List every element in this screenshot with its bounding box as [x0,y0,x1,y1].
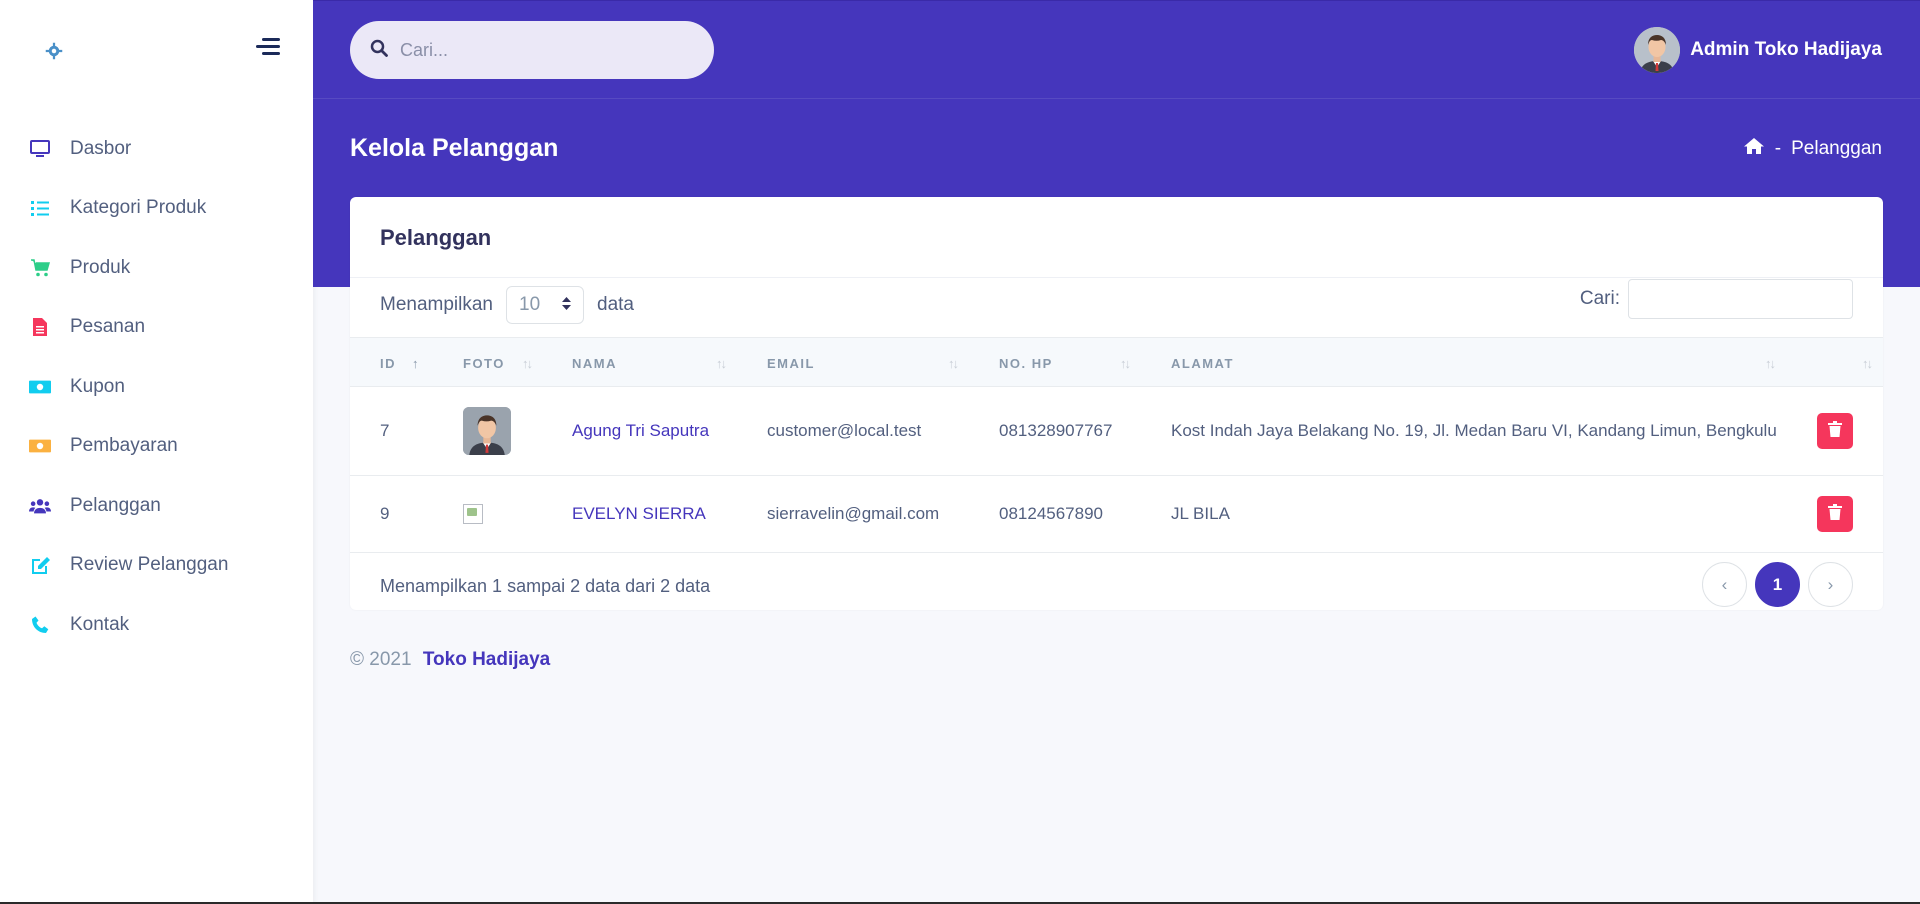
trash-icon [1828,503,1842,525]
table-info: Menampilkan 1 sampai 2 data dari 2 data [380,576,711,596]
cell-name[interactable]: EVELYN SIERRA [572,476,706,552]
table-header: ID ↑ FOTO ↑↓ NAMA ↑↓ EMAIL ↑↓ NO. HP ↑↓ … [350,337,1883,387]
page-length-select[interactable]: 10 [506,286,584,324]
table-row: 7 Agung Tri Saputra customer@local.test … [350,387,1883,476]
cell-photo [463,476,483,552]
phone-icon [29,614,51,636]
cell-email: customer@local.test [767,421,922,440]
user-menu[interactable]: Admin Toko Hadijaya [1634,27,1882,73]
document-icon [29,316,51,338]
sort-icon: ↑↓ [948,356,959,371]
sidebar-brand [0,0,313,100]
sidebar-item-label: Pesanan [70,316,146,338]
sidebar-item-review-pelanggan[interactable]: Review Pelanggan [0,536,313,596]
sidebar-item-pelanggan[interactable]: Pelanggan [0,476,313,536]
delete-button[interactable] [1817,413,1853,449]
sort-icon: ↑↓ [1862,356,1873,371]
cell-id: 7 [380,421,390,440]
header-divider [313,98,1920,99]
page-length-value: 10 [519,294,541,315]
sort-icon: ↑↓ [1765,356,1776,371]
table-search-input[interactable] [1628,279,1853,319]
column-header-email[interactable]: EMAIL [767,338,815,388]
trash-icon [1828,420,1842,442]
pagination: ‹ 1 › [1694,562,1853,607]
pagination-next[interactable]: › [1808,562,1853,607]
sidebar-item-label: Kontak [70,613,130,635]
sidebar-item-label: Kupon [70,375,125,397]
user-name: Admin Toko Hadijaya [1690,39,1882,60]
cell-id: 9 [380,504,390,523]
sidebar: Dasbor Kategori Produk Produk Pesanan Ku… [0,0,313,904]
cell-name[interactable]: Agung Tri Saputra [572,387,709,475]
column-header-alamat[interactable]: ALAMAT [1171,338,1234,388]
home-icon[interactable] [1743,137,1765,161]
broken-image-icon [463,504,483,524]
delete-button[interactable] [1817,496,1853,532]
pagination-prev[interactable]: ‹ [1702,562,1747,607]
search-bar[interactable] [350,21,714,79]
column-header-foto[interactable]: FOTO [463,338,505,388]
customer-photo [463,407,511,455]
sidebar-item-label: Kategori Produk [70,197,207,219]
length-prefix: Menampilkan [380,294,493,315]
sidebar-item-dasbor[interactable]: Dasbor [0,119,313,179]
select-arrows-icon [562,294,571,316]
footer-brand-link[interactable]: Toko Hadijaya [423,649,550,670]
cell-email: sierravelin@gmail.com [767,504,940,523]
search-input[interactable] [400,39,680,61]
column-header-no-hp[interactable]: NO. HP [999,338,1053,388]
cell-phone: 08124567890 [999,504,1104,523]
sidebar-item-label: Pembayaran [70,435,178,457]
monitor-icon [29,138,51,160]
pagination-page[interactable]: 1 [1755,562,1800,607]
sidebar-item-label: Pelanggan [70,494,161,516]
menu-toggle-icon[interactable] [256,38,282,62]
cell-address: JL BILA [1171,504,1230,523]
search-icon [370,39,388,62]
table-length-control: Menampilkan 10 data [380,285,634,325]
cell-phone: 081328907767 [999,421,1113,440]
table-search: Cari: [1580,279,1853,319]
sidebar-nav: Dasbor Kategori Produk Produk Pesanan Ku… [0,119,313,655]
avatar [1634,27,1681,73]
sidebar-item-kontak[interactable]: Kontak [0,595,313,655]
sort-icon: ↑↓ [522,356,533,371]
sort-icon: ↑↓ [716,356,727,371]
breadcrumb: - Pelanggan [1743,137,1882,161]
sidebar-item-kategori-produk[interactable]: Kategori Produk [0,179,313,239]
edit-icon [29,554,51,576]
cell-photo [463,387,511,475]
sidebar-item-kupon[interactable]: Kupon [0,357,313,417]
sidebar-item-pembayaran[interactable]: Pembayaran [0,417,313,477]
users-icon [29,495,51,517]
customers-card: Pelanggan Menampilkan 10 data Cari: ID ↑… [350,197,1883,610]
sidebar-item-label: Review Pelanggan [70,554,229,576]
length-suffix: data [597,294,634,315]
cart-icon [29,257,51,279]
money-icon [29,435,51,457]
footer: © 2021 Toko Hadijaya [350,649,550,671]
sidebar-item-produk[interactable]: Produk [0,238,313,298]
list-icon [29,197,51,219]
sidebar-item-label: Produk [70,256,131,278]
sort-asc-icon: ↑ [412,356,418,371]
table-search-label: Cari: [1579,288,1620,309]
money-icon [29,376,51,398]
column-header-id[interactable]: ID [380,338,396,388]
cell-address: Kost Indah Jaya Belakang No. 19, Jl. Med… [1171,421,1777,440]
copyright: © 2021 [350,649,412,670]
breadcrumb-current: Pelanggan [1791,138,1882,159]
divider [350,277,1883,278]
page-title: Kelola Pelanggan [350,134,559,162]
sidebar-item-pesanan[interactable]: Pesanan [0,298,313,358]
table-row: 9 EVELYN SIERRA sierravelin@gmail.com 08… [350,476,1883,553]
sort-icon: ↑↓ [1120,356,1131,371]
sidebar-item-label: Dasbor [70,137,132,159]
gear-icon[interactable] [44,41,64,61]
card-title: Pelanggan [380,225,492,250]
breadcrumb-separator: - [1774,138,1782,159]
column-header-nama[interactable]: NAMA [572,338,617,388]
